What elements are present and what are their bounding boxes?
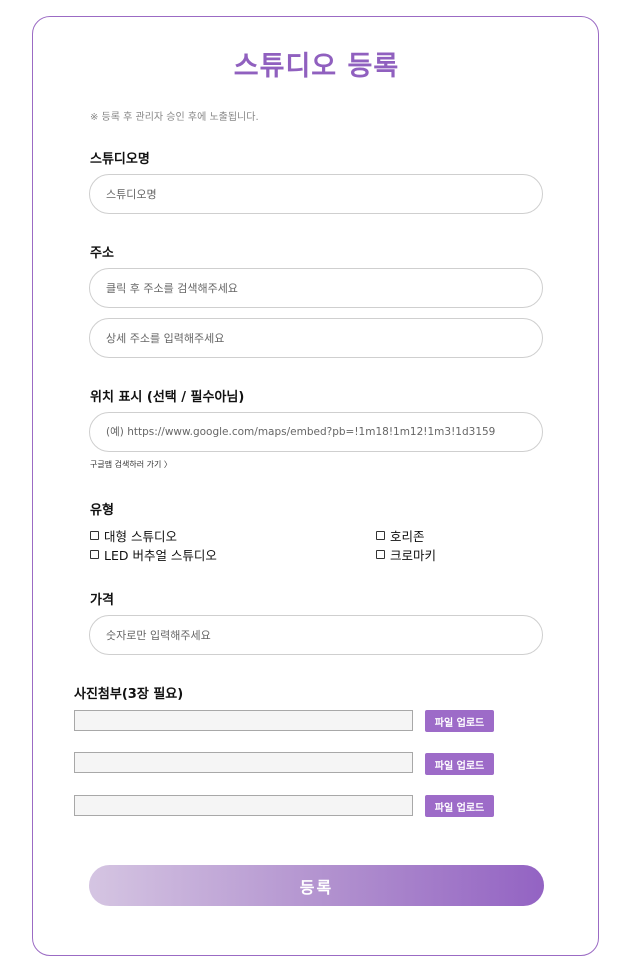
type-option-led-virtual[interactable]: LED 버추얼 스튜디오 — [90, 545, 217, 564]
price-label: 가격 — [90, 593, 114, 608]
address-search-input[interactable] — [89, 268, 543, 308]
checkbox[interactable] — [376, 550, 385, 559]
type-option-label: 호리존 — [390, 529, 425, 544]
type-option-large-studio[interactable]: 대형 스튜디오 — [90, 526, 177, 545]
address-detail-input[interactable] — [89, 318, 543, 358]
studio-name-label: 스튜디오명 — [90, 152, 150, 167]
file-name-field-1[interactable] — [74, 710, 413, 731]
price-input[interactable] — [89, 615, 543, 655]
google-map-link[interactable]: 구글맵 검색하러 가기 〉 — [90, 459, 172, 470]
type-option-horizon[interactable]: 호리존 — [376, 526, 425, 545]
type-option-label: 대형 스튜디오 — [104, 529, 177, 544]
file-name-field-3[interactable] — [74, 795, 413, 816]
file-upload-button-2[interactable]: 파일 업로드 — [425, 753, 494, 775]
file-upload-button-3[interactable]: 파일 업로드 — [425, 795, 494, 817]
map-embed-input[interactable] — [89, 412, 543, 452]
page-title: 스튜디오 등록 — [233, 51, 400, 82]
submit-button[interactable]: 등록 — [89, 865, 544, 906]
location-label: 위치 표시 (선택 / 필수아님) — [90, 390, 245, 405]
type-option-label: LED 버추얼 스튜디오 — [104, 548, 217, 563]
checkbox[interactable] — [90, 531, 99, 540]
checkbox[interactable] — [90, 550, 99, 559]
address-label: 주소 — [90, 246, 114, 261]
type-option-label: 크로마키 — [390, 548, 437, 563]
photo-attach-label: 사진첨부(3장 필요) — [74, 687, 184, 702]
checkbox[interactable] — [376, 531, 385, 540]
file-upload-button-1[interactable]: 파일 업로드 — [425, 710, 494, 732]
approval-notice: ※ 등록 후 관리자 승인 후에 노출됩니다. — [90, 112, 259, 123]
type-option-chroma-key[interactable]: 크로마키 — [376, 545, 436, 564]
studio-name-input[interactable] — [89, 174, 543, 214]
type-label: 유형 — [90, 503, 114, 518]
file-name-field-2[interactable] — [74, 752, 413, 773]
